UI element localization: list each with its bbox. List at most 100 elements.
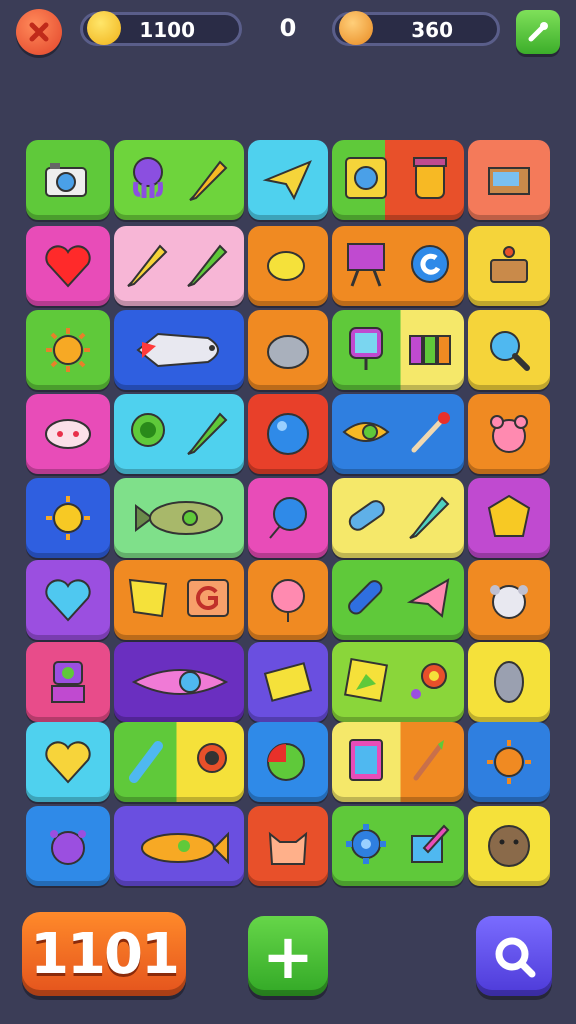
tile-basket[interactable] <box>468 226 550 306</box>
tile-gear-pencil[interactable] <box>332 806 464 886</box>
tile-face-2[interactable] <box>468 806 550 886</box>
tile-magnifier[interactable] <box>468 310 550 390</box>
tile-bear[interactable] <box>468 394 550 474</box>
add-label: + <box>262 920 314 993</box>
tile-paper-plane[interactable] <box>248 140 328 220</box>
heart-face-icon <box>45 741 91 784</box>
fish-icon <box>141 831 229 865</box>
tile-robot[interactable] <box>26 642 110 722</box>
game-board <box>0 0 576 900</box>
tile-egg[interactable] <box>248 310 328 390</box>
badge-icon <box>487 494 531 537</box>
counter-button[interactable]: 1101 <box>22 912 186 996</box>
egg-icon <box>267 335 309 369</box>
tile-heart-blue[interactable] <box>26 560 110 640</box>
tile-ball[interactable] <box>248 394 328 474</box>
tile-cat[interactable] <box>248 806 328 886</box>
magnifier-icon <box>490 331 530 371</box>
picture-icon <box>349 739 383 781</box>
letter-g-icon <box>187 579 229 617</box>
fish-icon <box>135 501 223 535</box>
tile-badge[interactable] <box>468 478 550 558</box>
tile-easel-swirl[interactable] <box>332 226 464 306</box>
tile-cloud-face[interactable] <box>468 560 550 640</box>
books-icon <box>409 335 451 365</box>
mask-icon <box>271 579 305 622</box>
ball-icon <box>267 413 309 455</box>
tile-picture-brush[interactable] <box>332 722 464 802</box>
tile-monster[interactable] <box>26 806 110 886</box>
tile-sun-face[interactable] <box>26 478 110 558</box>
shield-icon <box>494 661 524 703</box>
pencil-icon <box>409 496 450 539</box>
framed-picture-icon <box>345 157 387 199</box>
robot-icon <box>51 661 85 703</box>
tile-sun-face-2[interactable] <box>468 722 550 802</box>
bottom-bar: 1101 + <box>0 900 576 1024</box>
map-icon <box>343 657 389 703</box>
tile-heart[interactable] <box>26 226 110 306</box>
tile-balloon[interactable] <box>248 478 328 558</box>
eye-icon <box>131 669 229 695</box>
sun-face-icon <box>487 740 531 784</box>
tile-mask[interactable] <box>248 560 328 640</box>
gear-icon <box>346 824 386 864</box>
face-icon <box>45 419 91 449</box>
tile-frog-crayon[interactable] <box>114 394 244 474</box>
camera-icon <box>45 163 87 197</box>
tile-shield[interactable] <box>468 642 550 722</box>
octopus-icon <box>133 157 163 198</box>
tile-brush-magnifier[interactable] <box>114 722 244 802</box>
mirror-icon <box>349 327 383 370</box>
tile-fish-2[interactable] <box>114 478 244 558</box>
brush-icon <box>413 740 444 781</box>
paper-plane-icon <box>406 578 450 618</box>
swirl-icon <box>411 245 449 283</box>
heart-icon <box>45 245 91 288</box>
cloud-face-icon <box>490 585 528 619</box>
pencil-icon <box>127 244 168 287</box>
eye-icon <box>342 422 390 442</box>
tile-fruit[interactable] <box>248 722 328 802</box>
easel-icon <box>347 243 385 287</box>
tile-eye-match[interactable] <box>332 394 464 474</box>
counter-value: 1101 <box>30 922 180 987</box>
box-icon <box>488 167 530 195</box>
tile-picture-jar[interactable] <box>332 140 464 220</box>
crayon-icon <box>348 580 383 615</box>
tile-mirror-books[interactable] <box>332 310 464 390</box>
tile-sun[interactable] <box>26 310 110 390</box>
brush-icon <box>129 741 163 783</box>
tile-crayon-plane[interactable] <box>332 560 464 640</box>
tile-camera[interactable] <box>26 140 110 220</box>
tile-octopus-pencil[interactable] <box>114 140 244 220</box>
tile-face[interactable] <box>26 394 110 474</box>
face-icon <box>488 825 530 867</box>
tile-postcard[interactable] <box>248 642 328 722</box>
balloon-icon <box>269 497 307 539</box>
tile-paper-g[interactable] <box>114 560 244 640</box>
basket-icon <box>490 246 528 283</box>
add-button[interactable]: + <box>248 916 328 996</box>
magnifier-icon <box>495 937 536 978</box>
search-button[interactable] <box>476 916 552 996</box>
crayon-icon <box>348 500 385 531</box>
paper-plane-icon <box>262 160 312 201</box>
match-icon <box>411 412 450 453</box>
fruit-icon <box>267 743 305 781</box>
tile-pencils[interactable] <box>114 226 244 306</box>
sun-icon <box>46 328 90 372</box>
tile-fish-3[interactable] <box>114 806 244 886</box>
tile-lemon[interactable] <box>248 226 328 306</box>
tile-eye-big[interactable] <box>114 642 244 722</box>
tile-heart-face[interactable] <box>26 722 110 802</box>
tile-map-target[interactable] <box>332 642 464 722</box>
magnifier-icon <box>197 743 227 773</box>
tile-crayons[interactable] <box>332 478 464 558</box>
tile-box[interactable] <box>468 140 550 220</box>
lemon-icon <box>267 251 305 281</box>
monster-icon <box>50 830 86 865</box>
postcard-icon <box>263 662 313 702</box>
jar-icon <box>413 157 447 199</box>
tile-fish[interactable] <box>114 310 244 390</box>
